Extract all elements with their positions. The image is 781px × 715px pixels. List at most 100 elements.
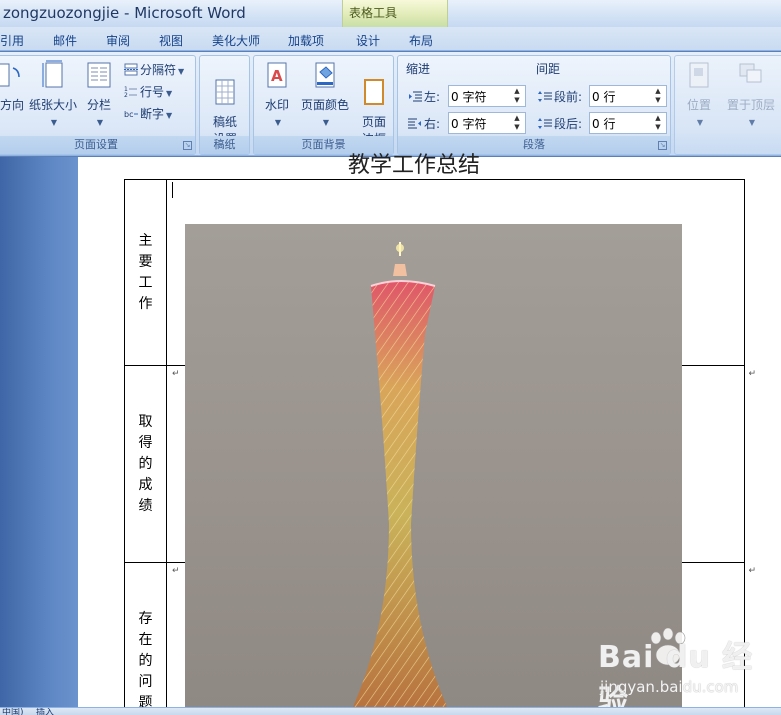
page-color-button[interactable]: 页面颜色 ▼ bbox=[298, 60, 352, 131]
group-label-manuscript: 稿纸 bbox=[200, 136, 249, 154]
hyphenation-label: 断字 bbox=[140, 107, 165, 121]
spin-up-icon[interactable]: ▲ bbox=[512, 87, 522, 96]
columns-label: 分栏 bbox=[86, 98, 111, 112]
bring-to-front-button[interactable]: 置于顶层 ▼ bbox=[723, 60, 779, 131]
spacing-title: 间距 bbox=[536, 62, 561, 76]
status-language[interactable]: 中国) bbox=[2, 708, 24, 715]
row-label-cell[interactable]: 存在的问题 bbox=[124, 562, 167, 715]
tab-beautify-master[interactable]: 美化大师 bbox=[212, 32, 260, 49]
chevron-down-icon: ▼ bbox=[696, 118, 704, 127]
line-numbers-icon: 12 bbox=[124, 86, 137, 98]
svg-text:2: 2 bbox=[124, 92, 128, 98]
spacing-after-input[interactable] bbox=[592, 115, 650, 131]
dialog-launcher-icon[interactable]: ↘ bbox=[183, 141, 192, 150]
columns-button[interactable]: 分栏 ▼ bbox=[83, 60, 115, 131]
spacing-after-label: 段后: bbox=[538, 115, 582, 133]
position-icon bbox=[689, 62, 709, 88]
row-label-cell[interactable]: 取得的成绩 bbox=[124, 365, 167, 563]
indent-left-field[interactable]: ▲ ▼ bbox=[448, 85, 526, 107]
indent-right-icon bbox=[408, 118, 421, 129]
paragraph-mark-icon: ↵ bbox=[748, 566, 756, 576]
row-label-problems: 存在的问题 bbox=[138, 611, 153, 711]
indent-right-field[interactable]: ▲ ▼ bbox=[448, 112, 526, 134]
tab-mailings[interactable]: 邮件 bbox=[53, 32, 77, 49]
group-label-page-setup: 页面设置 bbox=[0, 136, 195, 154]
spacing-before-field[interactable]: ▲ ▼ bbox=[589, 85, 667, 107]
indent-left-label: 左: bbox=[408, 88, 440, 106]
table-tools-label: 表格工具 bbox=[349, 6, 398, 20]
watermark-brand: Bai du 经验 bbox=[598, 640, 754, 715]
page-size-button[interactable]: 纸张大小 ▼ bbox=[27, 60, 79, 131]
page-size-label: 纸张大小 bbox=[28, 98, 77, 112]
indent-right-input[interactable] bbox=[451, 115, 509, 131]
watermark-icon: A bbox=[267, 62, 287, 88]
chevron-down-icon: ▼ bbox=[322, 118, 330, 127]
spacing-before-label: 段前: bbox=[538, 88, 582, 106]
hyphenation-icon: bc bbox=[124, 110, 138, 119]
window-title: zongzuozongjie - Microsoft Word bbox=[3, 4, 246, 22]
orientation-button[interactable]: 方向 bbox=[0, 60, 27, 114]
spin-down-icon[interactable]: ▼ bbox=[653, 123, 663, 132]
group-manuscript: 稿纸 设置 稿纸 bbox=[199, 55, 250, 155]
indent-title: 缩进 bbox=[406, 62, 431, 76]
breaks-button[interactable]: 分隔符 ▼ bbox=[124, 61, 184, 79]
orientation-icon bbox=[0, 63, 20, 87]
spin-up-icon[interactable]: ▲ bbox=[653, 114, 663, 123]
svg-text:A: A bbox=[271, 67, 283, 85]
group-arrange: 位置 ▼ 置于顶层 ▼ bbox=[674, 55, 781, 155]
manuscript-grid-icon bbox=[215, 79, 235, 105]
watermark-site: jingyan.baidu.com bbox=[600, 678, 739, 696]
chevron-down-icon: ▼ bbox=[50, 118, 58, 127]
hyphenation-button[interactable]: bc 断字 ▼ bbox=[124, 105, 172, 123]
status-insert-mode[interactable]: 插入 bbox=[36, 708, 54, 715]
watermark-label: 水印 bbox=[264, 98, 289, 112]
line-numbers-button[interactable]: 1 2 行号 ▼ bbox=[124, 83, 172, 101]
tab-design[interactable]: 设计 bbox=[356, 32, 380, 49]
tab-layout[interactable]: 布局 bbox=[409, 32, 433, 49]
spin-down-icon[interactable]: ▼ bbox=[512, 123, 522, 132]
position-button[interactable]: 位置 ▼ bbox=[679, 60, 719, 131]
chevron-down-icon: ▼ bbox=[96, 118, 104, 127]
tab-add-ins[interactable]: 加载项 bbox=[288, 32, 324, 49]
indent-left-icon bbox=[409, 91, 422, 102]
document-page[interactable]: 教学工作总结 主要工作 取得的成绩 ↵ ↵ 存在的问题 ↵ ↵ bbox=[78, 153, 781, 715]
spin-down-icon[interactable]: ▼ bbox=[653, 96, 663, 105]
dialog-launcher-icon[interactable]: ↘ bbox=[658, 141, 667, 150]
chevron-down-icon: ▼ bbox=[748, 118, 756, 127]
spin-down-icon[interactable]: ▼ bbox=[512, 96, 522, 105]
tab-view[interactable]: 视图 bbox=[159, 32, 183, 49]
chevron-down-icon: ▼ bbox=[274, 118, 282, 127]
row-label-achievements: 取得的成绩 bbox=[138, 413, 153, 514]
page-color-label: 页面颜色 bbox=[300, 98, 349, 112]
ribbon: 方向 纸张大小 ▼ 分栏 ▼ 分隔符 ▼ 1 2 行号 ▼ bc 断字 ▼ 页面… bbox=[0, 52, 781, 156]
row-label-main-work: 主要工作 bbox=[138, 232, 153, 312]
text-cursor bbox=[172, 182, 173, 198]
paragraph-mark-icon: ↵ bbox=[172, 566, 180, 576]
document-area: 教学工作总结 主要工作 取得的成绩 ↵ ↵ 存在的问题 ↵ ↵ bbox=[0, 153, 781, 715]
bring-to-front-icon bbox=[739, 63, 762, 83]
columns-icon bbox=[87, 62, 111, 88]
watermark-text: Bai du 经验 jingyan.baidu.com bbox=[598, 632, 768, 715]
tab-review[interactable]: 审阅 bbox=[106, 32, 130, 49]
document-title: 教学工作总结 bbox=[348, 153, 481, 178]
table-tools-context-header: 表格工具 bbox=[342, 0, 448, 27]
paragraph-mark-icon: ↵ bbox=[172, 369, 180, 379]
spacing-before-input[interactable] bbox=[592, 88, 650, 104]
indent-right-label: 右: bbox=[408, 115, 440, 133]
watermark-button[interactable]: A 水印 ▼ bbox=[260, 60, 294, 131]
page-borders-icon bbox=[364, 79, 384, 105]
group-page-setup: 方向 纸张大小 ▼ 分栏 ▼ 分隔符 ▼ 1 2 行号 ▼ bc 断字 ▼ 页面… bbox=[0, 55, 196, 155]
tab-references[interactable]: 引用 bbox=[0, 32, 24, 49]
page-size-icon bbox=[42, 60, 63, 88]
group-paragraph: 缩进 间距 左: ▲ ▼ 右: ▲ ▼ 段前: ▲ ▼ 段后: bbox=[397, 55, 671, 155]
spin-up-icon[interactable]: ▲ bbox=[653, 87, 663, 96]
orientation-label: 方向 bbox=[0, 98, 24, 112]
paint-bucket-icon bbox=[315, 62, 335, 88]
spacing-after-field[interactable]: ▲ ▼ bbox=[589, 112, 667, 134]
spin-up-icon[interactable]: ▲ bbox=[512, 114, 522, 123]
status-bar: 中国) 插入 bbox=[0, 707, 781, 715]
position-label: 位置 bbox=[686, 98, 711, 112]
indent-left-input[interactable] bbox=[451, 88, 509, 104]
spacing-after-icon bbox=[538, 118, 552, 129]
row-label-cell[interactable]: 主要工作 bbox=[124, 179, 167, 366]
